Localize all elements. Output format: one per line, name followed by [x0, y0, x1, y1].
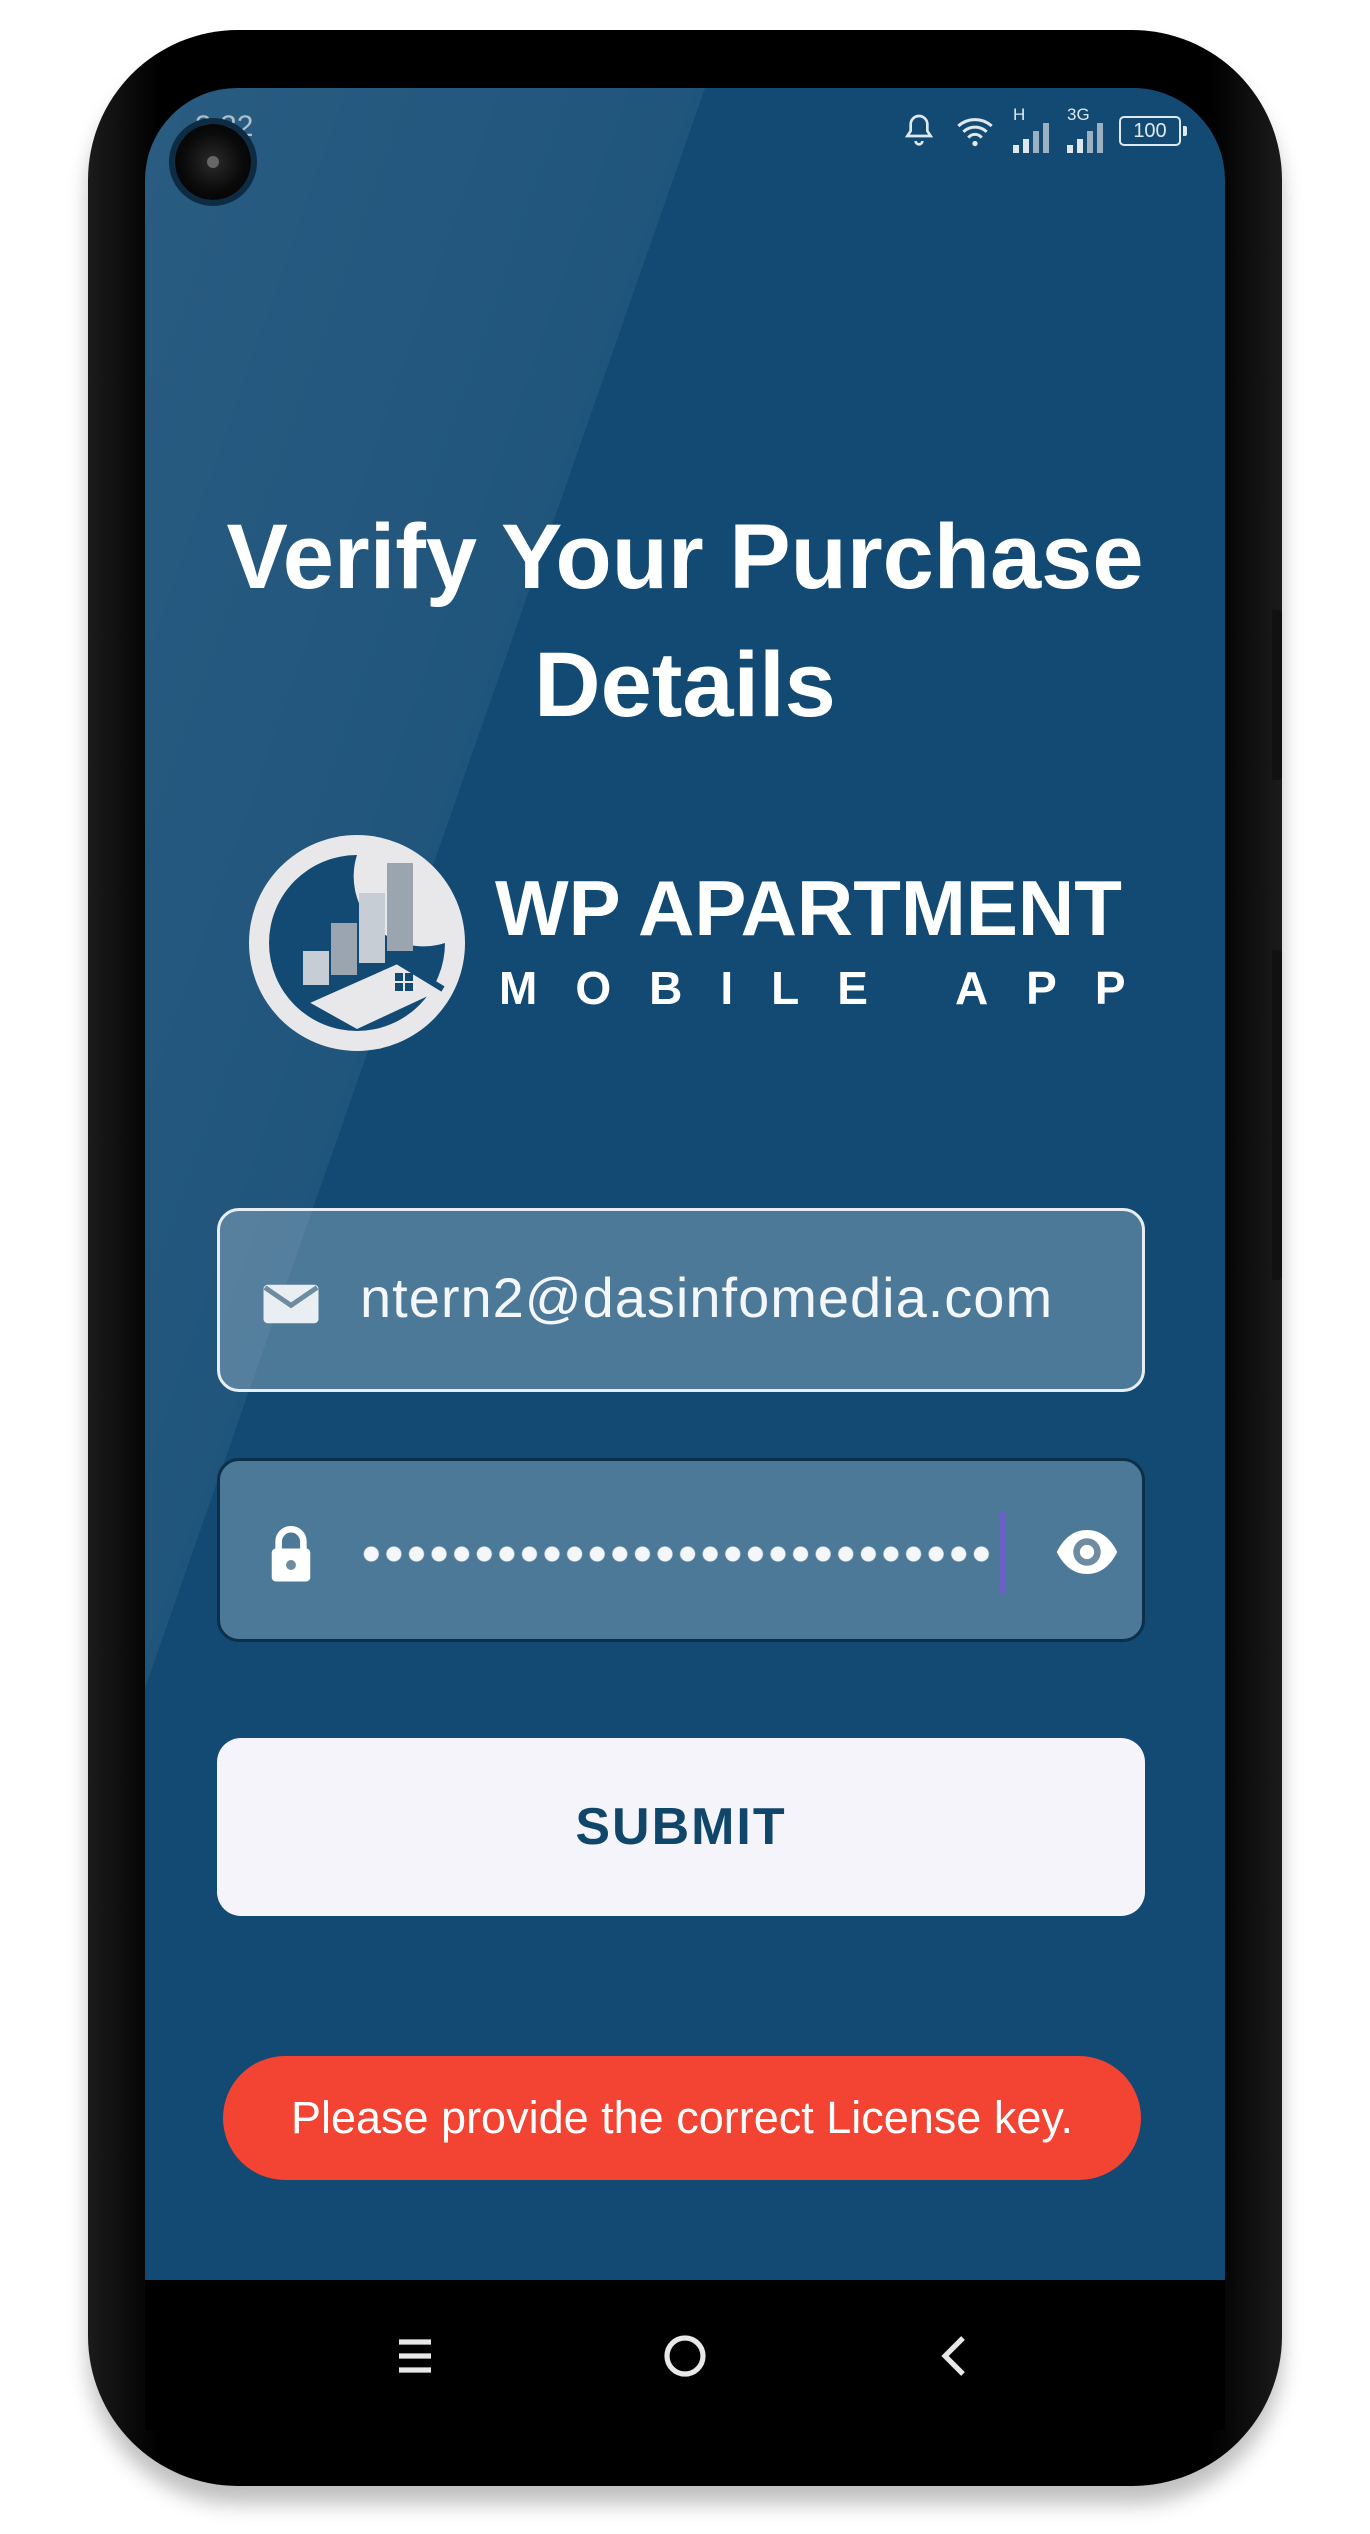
error-toast: Please provide the correct License key. — [223, 2056, 1141, 2180]
bell-icon — [904, 114, 934, 146]
email-value[interactable]: ntern2@dasinfomedia.com — [360, 1265, 1053, 1330]
lock-icon — [271, 1525, 311, 1582]
status-bar: 3:22 H 3G — [145, 88, 1225, 178]
app-screen: 3:22 H 3G — [145, 88, 1225, 2280]
password-field[interactable] — [217, 1458, 1145, 1642]
logo-subtitle: MOBILE APP — [499, 962, 1164, 1014]
page-title: Verify Your Purchase Details — [145, 493, 1225, 749]
battery-icon: 100 — [1119, 116, 1187, 146]
password-masked-value[interactable] — [360, 1543, 992, 1565]
network-type-h: H — [1013, 105, 1026, 124]
back-icon[interactable] — [915, 2316, 995, 2396]
home-icon[interactable] — [645, 2316, 725, 2396]
wifi-icon — [957, 118, 993, 147]
text-cursor — [1000, 1511, 1005, 1593]
mail-icon — [263, 1284, 319, 1324]
front-camera — [175, 124, 251, 200]
system-nav-bar — [145, 2280, 1225, 2430]
page-title-line-2: Details — [534, 634, 836, 736]
page-title-line-1: Verify Your Purchase — [226, 506, 1144, 608]
network-type-3g: 3G — [1067, 105, 1090, 124]
building-logo-icon — [249, 835, 465, 1051]
volume-button — [1272, 950, 1282, 1280]
screen-glare — [145, 88, 705, 1688]
signal-icon-1: H — [1011, 105, 1051, 153]
menu-icon[interactable] — [375, 2316, 455, 2396]
app-logo: WP APARTMENT MOBILE APP — [247, 833, 1127, 1063]
submit-button[interactable]: SUBMIT — [217, 1738, 1145, 1916]
signal-icon-2: 3G — [1065, 105, 1105, 153]
status-icons: H 3G 100 — [899, 105, 1187, 156]
email-field[interactable]: ntern2@dasinfomedia.com — [217, 1208, 1145, 1392]
power-button — [1272, 610, 1282, 780]
logo-brand-name: WP APARTMENT — [495, 864, 1122, 952]
eye-icon[interactable] — [1050, 1519, 1124, 1585]
